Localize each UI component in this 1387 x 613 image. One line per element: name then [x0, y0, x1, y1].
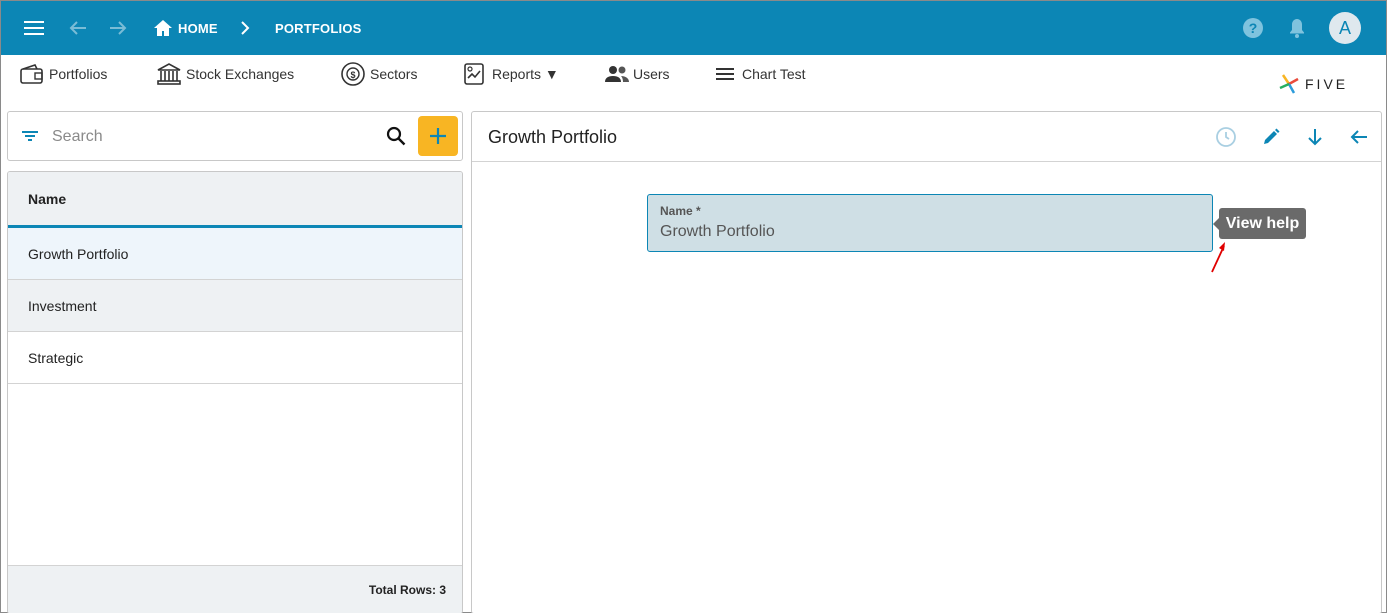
menu-item-reports[interactable]: Reports ▼ [462, 61, 559, 87]
home-icon[interactable] [151, 16, 175, 40]
five-logo: FIVE [1277, 71, 1367, 97]
forward-arrow-icon[interactable] [105, 16, 131, 40]
back-arrow-icon[interactable] [65, 16, 91, 40]
chevron-right-icon [235, 16, 255, 40]
bank-icon [157, 63, 181, 85]
wallet-icon [20, 64, 43, 84]
menu-item-label: Stock Exchanges [186, 66, 295, 82]
name-field-value[interactable]: Growth Portfolio [660, 223, 775, 241]
portfolio-list: Name Growth Portfolio Investment Strateg… [7, 171, 463, 613]
menu-icon[interactable] [21, 16, 47, 40]
total-rows: Total Rows: 3 [8, 565, 462, 613]
avatar[interactable]: A [1329, 12, 1361, 44]
menu-item-label: Chart Test [742, 66, 806, 82]
bell-icon[interactable] [1285, 16, 1309, 40]
dollar-cycle-icon: $ [341, 62, 365, 86]
menu-item-sectors[interactable]: $ Sectors [340, 61, 417, 87]
table-row[interactable]: Strategic [8, 332, 462, 384]
page-title: Growth Portfolio [488, 127, 618, 147]
five-logo-icon [1279, 74, 1299, 94]
add-button[interactable] [418, 116, 458, 156]
menu-item-label: Users [633, 66, 670, 82]
arrow-down-icon[interactable] [1303, 125, 1327, 149]
view-help-tooltip[interactable]: View help [1213, 208, 1306, 239]
search-bar: Search [7, 111, 463, 161]
detail-panel: Growth Portfolio Name * Growth Portfolio… [471, 111, 1382, 613]
report-icon [464, 63, 484, 85]
history-icon[interactable] [1214, 125, 1238, 149]
menu-item-users[interactable]: Users [605, 61, 670, 87]
arrow-back-icon[interactable] [1347, 125, 1371, 149]
menu-item-label: Sectors [370, 66, 418, 82]
table-row[interactable]: Investment [8, 280, 462, 332]
breadcrumb-portfolios[interactable]: PORTFOLIOS [275, 21, 362, 36]
logo-text: FIVE [1305, 76, 1349, 92]
search-input[interactable]: Search [52, 128, 103, 146]
menu-item-stock-exchanges[interactable]: Stock Exchanges [156, 61, 294, 87]
breadcrumb-home[interactable]: HOME [178, 21, 218, 36]
menu-item-label: Portfolios [49, 66, 108, 82]
detail-header: Growth Portfolio [472, 112, 1381, 162]
help-icon[interactable]: ? [1241, 16, 1265, 40]
lines-icon [716, 68, 734, 80]
filter-icon[interactable] [20, 126, 40, 151]
menu-item-chart-test[interactable]: Chart Test [714, 61, 806, 87]
search-icon[interactable] [386, 126, 406, 151]
menu-bar: Portfolios Stock Exchanges $ Sectors Rep… [1, 55, 1386, 103]
edit-icon[interactable] [1259, 125, 1283, 149]
app-bar: HOME PORTFOLIOS ? A [1, 1, 1386, 55]
svg-text:$: $ [350, 70, 355, 80]
red-arrow-pointer-icon [1211, 242, 1225, 273]
menu-item-label: Reports ▼ [492, 66, 559, 82]
table-row[interactable]: Growth Portfolio [8, 228, 462, 280]
menu-item-portfolios[interactable]: Portfolios [19, 61, 107, 87]
name-field-label: Name * [660, 204, 701, 218]
plus-icon [430, 128, 446, 144]
users-icon [605, 66, 629, 82]
column-header-name[interactable]: Name [8, 172, 462, 228]
svg-text:?: ? [1249, 20, 1258, 36]
name-field[interactable]: Name * Growth Portfolio [647, 194, 1213, 252]
